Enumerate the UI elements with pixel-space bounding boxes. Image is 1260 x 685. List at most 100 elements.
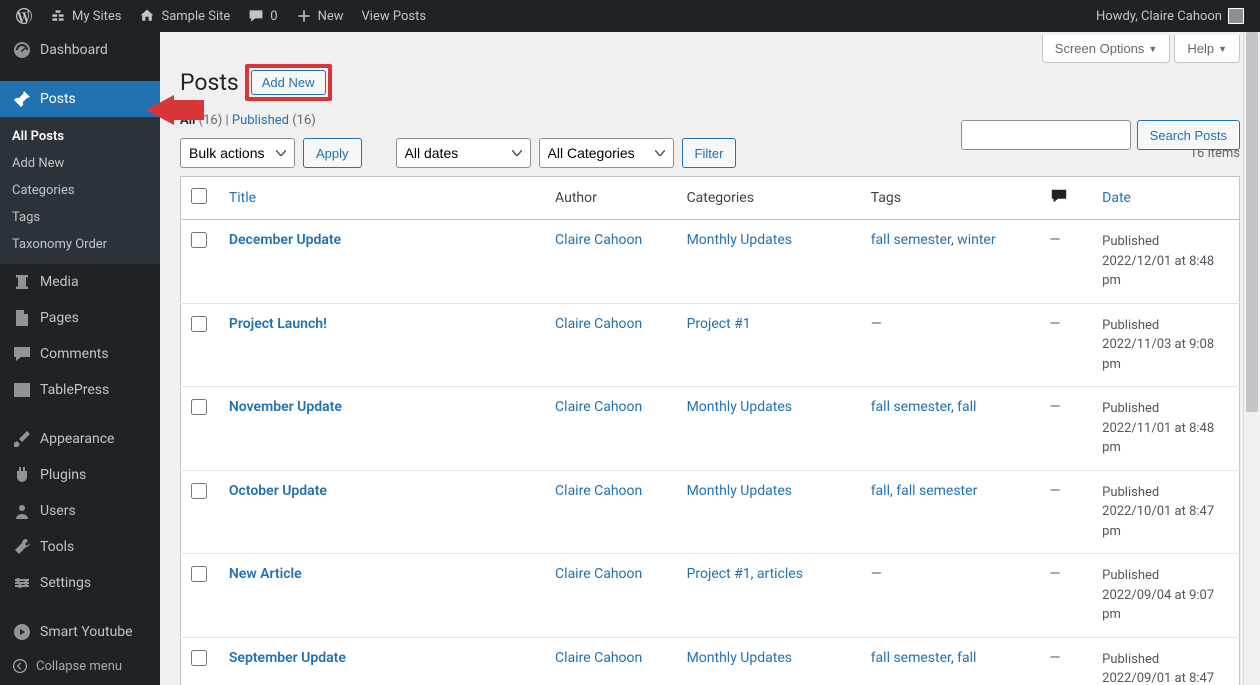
post-title-link[interactable]: September Update [229, 650, 346, 666]
select-all-checkbox[interactable] [191, 188, 207, 204]
sidebar-item-dashboard[interactable]: Dashboard [0, 32, 160, 68]
sidebar-tools-label: Tools [40, 539, 74, 555]
sidebar-item-plugins[interactable]: Plugins [0, 457, 160, 493]
row-comments: — [1040, 554, 1093, 638]
brush-icon [12, 429, 32, 449]
sidebar-item-settings[interactable]: Settings [0, 565, 160, 601]
tag-link[interactable]: winter [957, 232, 995, 248]
date-filter-select[interactable]: All dates [396, 138, 531, 168]
tag-link[interactable]: fall semester [871, 232, 951, 248]
sidebar-sub-all-posts[interactable]: All Posts [0, 123, 160, 150]
sidebar-item-posts[interactable]: Posts [0, 81, 160, 117]
add-new-button[interactable]: Add New [251, 70, 326, 95]
sidebar-sub-add-new[interactable]: Add New [0, 150, 160, 177]
filter-all-count: (16) [199, 113, 223, 128]
search-input[interactable] [961, 120, 1131, 150]
plus-icon [296, 8, 312, 24]
sidebar-item-comments[interactable]: Comments [0, 336, 160, 372]
site-name-menu[interactable]: Sample Site [131, 0, 238, 32]
row-checkbox[interactable] [191, 566, 207, 582]
filter-button[interactable]: Filter [682, 138, 737, 168]
row-checkbox[interactable] [191, 399, 207, 415]
tag-link[interactable]: fall [871, 483, 890, 499]
category-link[interactable]: articles [757, 566, 803, 582]
category-link[interactable]: Project #1 [687, 316, 751, 332]
author-link[interactable]: Claire Cahoon [555, 650, 642, 666]
row-checkbox[interactable] [191, 483, 207, 499]
sidebar-item-users[interactable]: Users [0, 493, 160, 529]
post-title-link[interactable]: December Update [229, 232, 341, 248]
row-comments: — [1040, 637, 1093, 685]
filter-all[interactable]: All (16) [180, 113, 222, 128]
page-heading-row: Posts Add New [180, 64, 1240, 101]
col-title[interactable]: Title [219, 177, 545, 220]
category-link[interactable]: Monthly Updates [687, 650, 792, 666]
filter-published-label: Published [232, 113, 289, 128]
sidebar-item-tablepress[interactable]: TablePress [0, 372, 160, 408]
col-comments[interactable] [1040, 177, 1093, 220]
collapse-label: Collapse menu [36, 659, 122, 674]
my-sites-menu[interactable]: My Sites [42, 0, 129, 32]
author-link[interactable]: Claire Cahoon [555, 316, 642, 332]
no-tags: — [871, 566, 882, 582]
youtube-icon [12, 622, 32, 642]
table-row: November Update Claire Cahoon Monthly Upda… [181, 387, 1240, 471]
row-checkbox[interactable] [191, 232, 207, 248]
sidebar-smart-youtube-label: Smart Youtube [40, 624, 133, 640]
category-link[interactable]: Monthly Updates [687, 399, 792, 415]
bulk-actions-select[interactable]: Bulk actions [180, 138, 295, 168]
table-row: October Update Claire Cahoon Monthly Updat… [181, 470, 1240, 554]
category-filter-select[interactable]: All Categories [539, 138, 674, 168]
author-link[interactable]: Claire Cahoon [555, 483, 642, 499]
category-link[interactable]: Monthly Updates [687, 232, 792, 248]
vertical-scrollbar[interactable] [1243, 32, 1260, 685]
post-title-link[interactable]: November Update [229, 399, 342, 415]
sidebar-item-media[interactable]: Media [0, 264, 160, 300]
sidebar-comments-label: Comments [40, 346, 109, 362]
tag-link[interactable]: fall [957, 650, 976, 666]
col-date[interactable]: Date [1092, 177, 1239, 220]
row-checkbox[interactable] [191, 316, 207, 332]
category-link[interactable]: Project #1 [687, 566, 751, 582]
category-link[interactable]: Monthly Updates [687, 483, 792, 499]
tag-link[interactable]: fall semester [871, 650, 951, 666]
sidebar-item-appearance[interactable]: Appearance [0, 421, 160, 457]
comments-menu[interactable]: 0 [240, 0, 285, 32]
tag-link[interactable]: fall semester [871, 399, 951, 415]
tag-link[interactable]: fall semester [896, 483, 977, 499]
filter-published[interactable]: Published (16) [232, 113, 316, 128]
post-title-link[interactable]: Project Launch! [229, 316, 327, 332]
new-content-menu[interactable]: New [288, 0, 352, 32]
tag-link[interactable]: fall [957, 399, 976, 415]
sidebar-users-label: Users [40, 503, 76, 519]
sidebar-item-smart-youtube[interactable]: Smart Youtube [0, 614, 160, 650]
posts-table-body: December Update Claire Cahoon Monthly Upda… [181, 220, 1240, 685]
post-title-link[interactable]: October Update [229, 483, 327, 499]
admin-bar-right: Howdy, Claire Cahoon [1088, 0, 1252, 32]
chevron-down-icon: ▼ [1148, 44, 1157, 54]
post-title-link[interactable]: New Article [229, 566, 302, 582]
collapse-menu[interactable]: Collapse menu [0, 650, 160, 682]
table-icon [12, 380, 32, 400]
screen-options-button[interactable]: Screen Options▼ [1042, 35, 1171, 63]
col-checkbox [181, 177, 219, 220]
sidebar-item-pages[interactable]: Pages [0, 300, 160, 336]
view-posts-link[interactable]: View Posts [354, 0, 435, 32]
apply-button[interactable]: Apply [303, 138, 362, 168]
wp-logo[interactable] [8, 0, 40, 32]
author-link[interactable]: Claire Cahoon [555, 566, 642, 582]
sidebar-sub-taxonomy-order[interactable]: Taxonomy Order [0, 231, 160, 258]
sidebar-sub-tags[interactable]: Tags [0, 204, 160, 231]
user-menu[interactable]: Howdy, Claire Cahoon [1088, 0, 1252, 32]
sidebar-sub-categories[interactable]: Categories [0, 177, 160, 204]
sidebar-item-tools[interactable]: Tools [0, 529, 160, 565]
help-button[interactable]: Help▼ [1174, 35, 1240, 63]
author-link[interactable]: Claire Cahoon [555, 232, 642, 248]
author-link[interactable]: Claire Cahoon [555, 399, 642, 415]
sidebar-plugins-label: Plugins [40, 467, 86, 483]
main-content: Screen Options▼ Help▼ Posts Add New All … [160, 32, 1260, 685]
search-posts-button[interactable]: Search Posts [1137, 120, 1240, 150]
scrollbar-thumb[interactable] [1246, 32, 1258, 412]
row-checkbox[interactable] [191, 650, 207, 666]
sidebar-dashboard-label: Dashboard [40, 42, 108, 58]
